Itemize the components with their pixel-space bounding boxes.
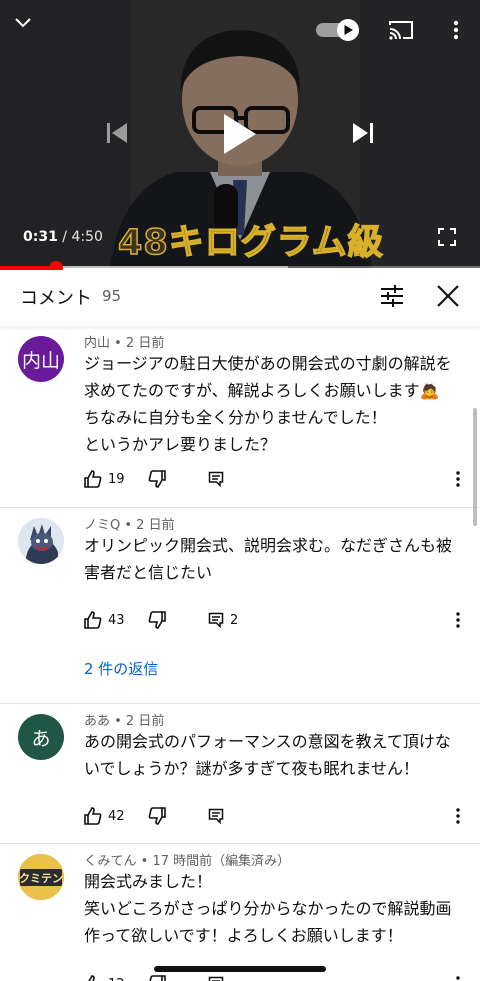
reply-icon <box>208 976 224 981</box>
video-caption: 48キログラム級 <box>117 222 384 264</box>
comment-line: ジョージアの駐日大使があの開会式の寸劇の解説を <box>84 354 452 373</box>
comment-line: オリンピック開会式、説明会求む。なだぎさんも被 <box>84 536 453 555</box>
comment-line: あの開会式のパフォーマンスの意図を教えて頂けな <box>84 732 451 751</box>
thumb-down-icon <box>148 470 166 488</box>
comment-actions: 19 <box>84 467 474 491</box>
dislike-button[interactable] <box>148 608 166 632</box>
comment-author-meta[interactable]: ああ • 2 日前 <box>84 710 164 729</box>
view-replies-link[interactable]: 2 件の返信 <box>84 658 158 679</box>
comment-line: というかアレ要りました？ <box>84 435 277 454</box>
comment-text: ジョージアの駐日大使があの開会式の寸劇の解説を 求めてたのですが、解説よろしくお… <box>84 350 464 458</box>
like-count: 12 <box>108 977 125 981</box>
comment-item: 内山 内山 • 2 日前 ジョージアの駐日大使があの開会式の寸劇の解説を 求めて… <box>0 326 480 508</box>
comment-line: 笑いどころがさっぱり分からなかったので解説動画 <box>84 899 452 918</box>
like-count: 42 <box>108 808 125 824</box>
like-count: 19 <box>108 471 125 487</box>
reply-icon <box>208 471 224 487</box>
thumb-down-icon <box>149 975 166 981</box>
more-vert-icon <box>456 976 460 980</box>
thumb-up-icon <box>84 470 102 488</box>
reply-button[interactable] <box>208 467 230 491</box>
avatar[interactable]: あ <box>18 714 64 760</box>
video-player[interactable]: 48キログラム級 0:31 / 4:50 <box>0 0 480 268</box>
like-count: 43 <box>108 612 125 628</box>
avatar-initials: 内山 <box>21 349 60 372</box>
autoplay-toggle-icon[interactable] <box>316 18 362 42</box>
comment-list[interactable]: 内山 内山 • 2 日前 ジョージアの駐日大使があの開会式の寸劇の解説を 求めて… <box>0 326 480 981</box>
comment-author-meta[interactable]: くみてん • 17 時間前（編集済み） <box>84 850 290 869</box>
avatar[interactable] <box>18 518 64 564</box>
comment-text: 開会式みました！ 笑いどころがさっぱり分からなかったので解説動画 作って欲しいで… <box>84 868 464 949</box>
comment-actions: 43 2 <box>84 608 474 632</box>
comment-item: あ ああ • 2 日前 あの開会式のパフォーマンスの意図を教えて頂けな いでしょ… <box>0 704 480 844</box>
close-icon[interactable] <box>434 282 462 310</box>
comment-author-meta[interactable]: ノミQ • 2 日前 <box>84 514 175 533</box>
reply-icon <box>208 808 224 824</box>
total-time: / 4:50 <box>62 229 103 245</box>
reply-icon <box>208 612 224 628</box>
thumb-down-icon <box>148 611 166 629</box>
comment-line: 害者だと信じたい <box>84 563 213 582</box>
like-button[interactable]: 43 <box>84 608 125 632</box>
reply-button[interactable]: 2 <box>208 608 238 632</box>
comment-more-button[interactable] <box>452 804 464 828</box>
more-vert-icon <box>456 612 460 628</box>
comment-line: 作って欲しいです！よろしくお願いします！ <box>84 926 403 945</box>
home-indicator[interactable] <box>154 966 326 972</box>
like-button[interactable]: 12 <box>84 972 125 981</box>
avatar[interactable]: クミテン <box>18 854 64 900</box>
time-display: 0:31 / 4:50 <box>23 229 103 245</box>
skip-next-icon[interactable] <box>346 116 380 150</box>
comment-line: ちなみに自分も全く分かりませんでした！ <box>84 408 387 427</box>
comment-actions: 12 <box>84 972 474 981</box>
comment-actions: 42 <box>84 804 474 828</box>
thumb-down-icon <box>148 807 166 825</box>
sort-icon[interactable] <box>378 282 406 310</box>
like-button[interactable]: 19 <box>84 467 125 491</box>
avatar[interactable]: 内山 <box>18 336 64 382</box>
dislike-button[interactable] <box>148 804 166 828</box>
more-vert-icon[interactable] <box>446 16 466 44</box>
comment-line: 開会式みました！ <box>84 872 213 891</box>
more-vert-icon <box>456 808 460 824</box>
more-vert-icon <box>456 471 460 487</box>
comment-text: あの開会式のパフォーマンスの意図を教えて頂けな いでしょうか？謎が多すぎて夜も眠… <box>84 728 464 782</box>
thumb-up-icon <box>88 975 95 981</box>
avatar-logo-text: クミテン <box>19 872 63 885</box>
comment-item: クミテン くみてん • 17 時間前（編集済み） 開会式みました！ 笑いどころが… <box>0 844 480 981</box>
comment-more-button[interactable] <box>452 467 464 491</box>
comment-author-meta[interactable]: 内山 • 2 日前 <box>84 332 164 351</box>
comment-more-button[interactable] <box>452 972 464 981</box>
dislike-button[interactable] <box>148 972 166 981</box>
thumb-up-icon <box>84 807 102 825</box>
comment-line: 求めてたのですが、解説よろしくお願いします🙇 <box>84 381 440 400</box>
skip-previous-icon[interactable] <box>100 116 134 150</box>
current-time: 0:31 <box>23 229 58 245</box>
comments-count: 95 <box>102 287 122 305</box>
avatar-initials: あ <box>31 727 51 750</box>
chevron-down-icon[interactable] <box>8 8 38 38</box>
like-button[interactable]: 42 <box>84 804 125 828</box>
dislike-button[interactable] <box>148 467 166 491</box>
reply-button[interactable] <box>208 972 230 981</box>
comment-item: ノミQ • 2 日前 オリンピック開会式、説明会求む。なだぎさんも被 害者だと信… <box>0 508 480 704</box>
reply-button[interactable] <box>208 804 230 828</box>
comment-more-button[interactable] <box>452 608 464 632</box>
comments-title: コメント <box>20 288 92 309</box>
comment-list-scrollbar[interactable] <box>473 408 477 526</box>
thumb-up-icon <box>84 611 102 629</box>
reply-count: 2 <box>230 612 239 628</box>
comments-header: コメント 95 <box>0 270 480 326</box>
cast-icon[interactable] <box>386 16 416 44</box>
comment-line: いでしょうか？謎が多すぎて夜も眠れません！ <box>84 759 420 778</box>
fullscreen-icon[interactable] <box>434 224 460 250</box>
avatar-image <box>18 518 64 564</box>
comment-text: オリンピック開会式、説明会求む。なだぎさんも被 害者だと信じたい <box>84 532 464 586</box>
avatar-logo: クミテン <box>18 854 64 900</box>
play-icon[interactable] <box>212 106 268 162</box>
